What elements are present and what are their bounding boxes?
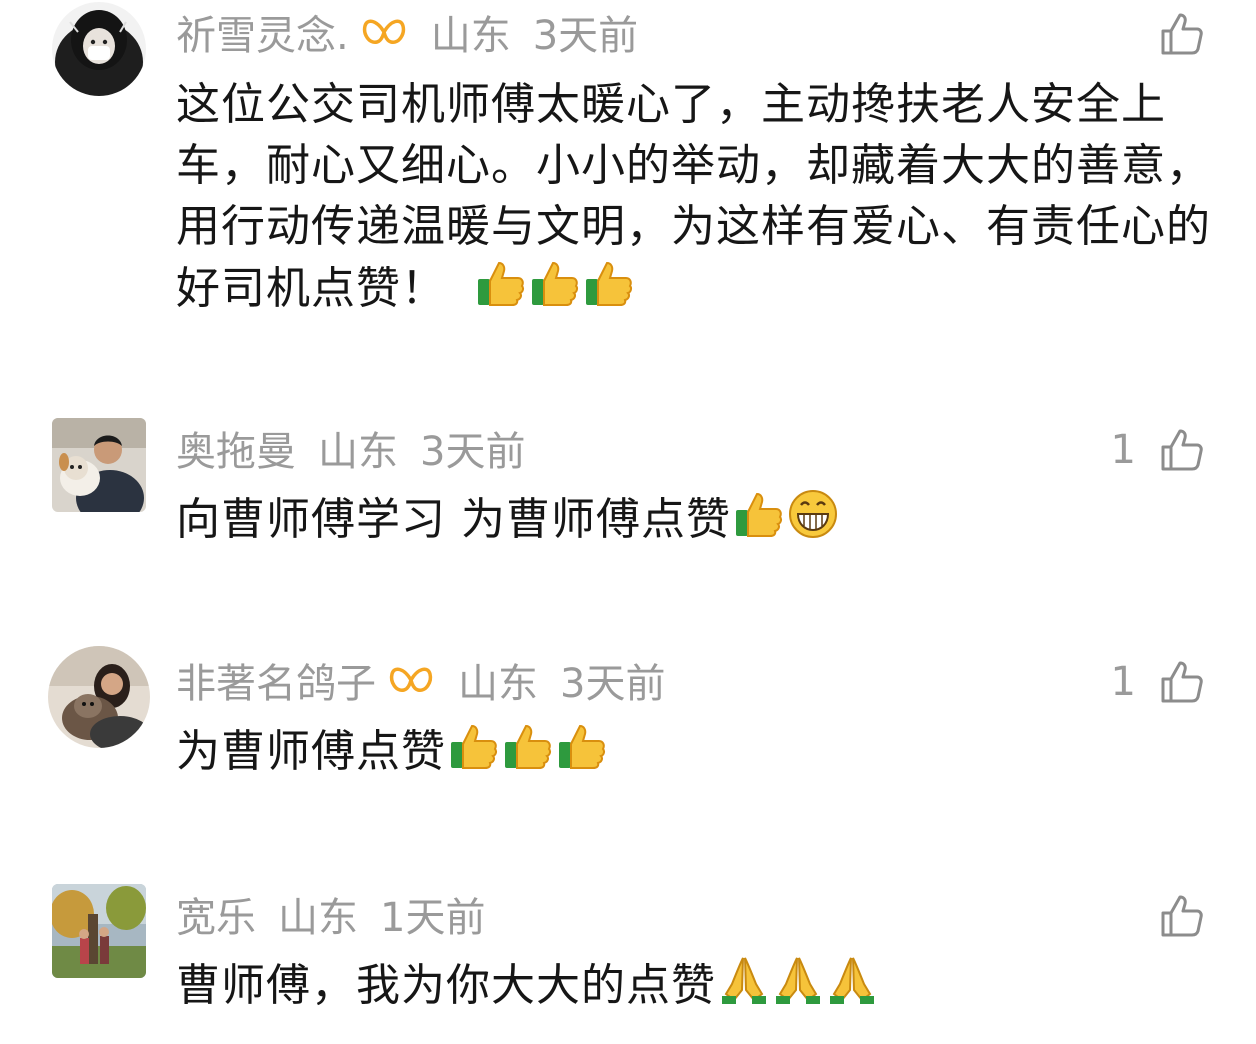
avatar[interactable] [52,418,146,512]
comment-body: 向曹师傅学习 为曹师傅点赞 [176,494,731,545]
comment-meta: 奥拖曼 山东 3天前 [176,418,525,478]
like-button[interactable] [1136,6,1206,62]
thumbs-up-icon [583,257,635,309]
thumbs-up-icon [475,257,527,309]
thumbs-up-icon [502,720,554,772]
avatar-image [52,418,146,512]
thumbs-up-icon [556,720,608,772]
avatar-image [52,2,146,96]
like-count: 1 [1110,427,1136,473]
username[interactable]: 奥拖曼 [176,419,296,477]
avatar[interactable] [52,884,146,978]
like-button[interactable] [1136,888,1206,944]
comment-body: 曹师傅，我为你大大的点赞 [176,960,716,1011]
username[interactable]: 非著名鸽子 [176,651,376,709]
location: 山东 [318,429,398,475]
like-count: 1 [1110,659,1136,705]
comment-body: 这位公交司机师傅太暖心了，主动搀扶老人安全上车，耐心又细心。小小的举动，却藏着大… [176,79,1211,314]
pray-hands-icon [826,954,878,1006]
thumbs-up-icon [733,488,785,540]
thumbs-up-outline-icon [1161,13,1203,55]
comment-meta: 宽乐 山东 1天前 [176,884,485,944]
vip-badge-icon [388,662,434,698]
comment-text: 向曹师傅学习 为曹师傅点赞 [176,488,1216,550]
like-button[interactable]: 1 [1111,654,1206,710]
avatar[interactable] [52,2,146,96]
comment-text: 曹师傅，我为你大大的点赞 [176,954,1216,1016]
avatar-image [48,646,150,748]
pray-hands-icon [772,954,824,1006]
location: 山东 [430,13,511,59]
location: 山东 [458,661,538,707]
comment-meta: 非著名鸽子 山东 3天前 [176,650,665,710]
location: 山东 [278,895,358,941]
thumbs-up-outline-icon [1161,429,1203,471]
thumbs-up-icon [448,720,500,772]
pray-hands-icon [718,954,770,1006]
avatar[interactable] [48,646,150,748]
timestamp: 3天前 [420,429,526,475]
timestamp: 3天前 [532,13,639,59]
comment-meta: 祈雪灵念. 山东 3天前 [176,2,638,62]
thumbs-up-outline-icon [1161,661,1203,703]
vip-badge-icon [361,14,407,50]
comment-body: 为曹师傅点赞 [176,726,446,777]
avatar-image [52,884,146,978]
comment-text: 这位公交司机师傅太暖心了，主动搀扶老人安全上车，耐心又细心。小小的举动，却藏着大… [176,74,1216,319]
like-button[interactable]: 1 [1111,422,1206,478]
thumbs-up-icon [529,257,581,309]
timestamp: 1天前 [380,895,486,941]
thumbs-up-outline-icon [1161,895,1203,937]
comment-text: 为曹师傅点赞 [176,720,1216,782]
username[interactable]: 祈雪灵念. [176,3,349,61]
timestamp: 3天前 [560,661,666,707]
grinning-face-icon [787,488,839,540]
username[interactable]: 宽乐 [176,885,256,943]
